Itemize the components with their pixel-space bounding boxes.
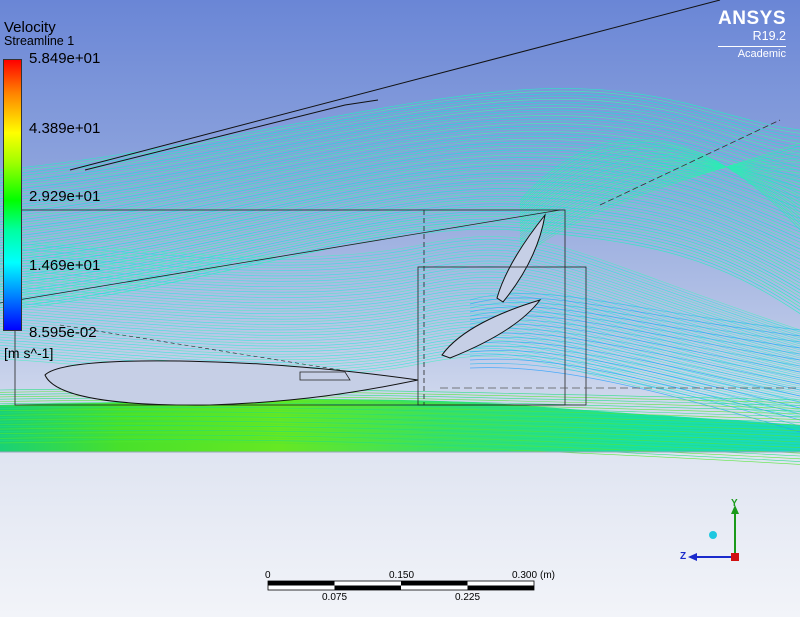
legend-tick-min: 8.595e-02 <box>29 324 97 341</box>
legend-subtitle: Streamline 1 <box>4 34 75 48</box>
legend-color-bar <box>3 59 22 331</box>
legend-tick-2: 4.389e+01 <box>29 120 101 137</box>
legend-tick-max: 5.849e+01 <box>29 50 101 67</box>
scale-unit: (m) <box>540 570 555 581</box>
domain-edge-segment <box>84 99 379 171</box>
scale-label-0225: 0.225 <box>455 592 481 603</box>
scale-label-0150: 0.150 <box>389 570 415 581</box>
streamline <box>0 268 800 355</box>
brand-edition: Academic <box>718 46 786 60</box>
legend-tick-4: 1.469e+01 <box>29 257 101 274</box>
brand-name: ANSYS <box>718 8 786 29</box>
legend-units: [m s^-1] <box>4 345 54 361</box>
view-indicator-dot <box>709 531 717 539</box>
coordinate-triad <box>688 505 739 561</box>
streamline-plot <box>0 0 800 591</box>
main-wing-element <box>44 360 419 406</box>
cfd-viewport[interactable]: Velocity Streamline 1 5.849e+01 4.389e+0… <box>0 0 800 617</box>
scale-label-0: 0 <box>265 570 271 581</box>
y-axis-label: Y <box>731 498 738 509</box>
legend-tick-3: 2.929e+01 <box>29 188 101 205</box>
scale-bar <box>267 580 535 591</box>
scale-label-0075: 0.075 <box>322 592 348 603</box>
brand-version: R19.2 <box>752 29 786 43</box>
streamline <box>0 279 800 363</box>
streamline <box>0 266 800 353</box>
scale-label-0300: 0.300 <box>512 570 538 581</box>
triad-origin <box>731 553 739 561</box>
ansys-logo: ANSYS R19.2 Academic <box>718 8 786 60</box>
z-axis-label: Z <box>680 551 687 562</box>
